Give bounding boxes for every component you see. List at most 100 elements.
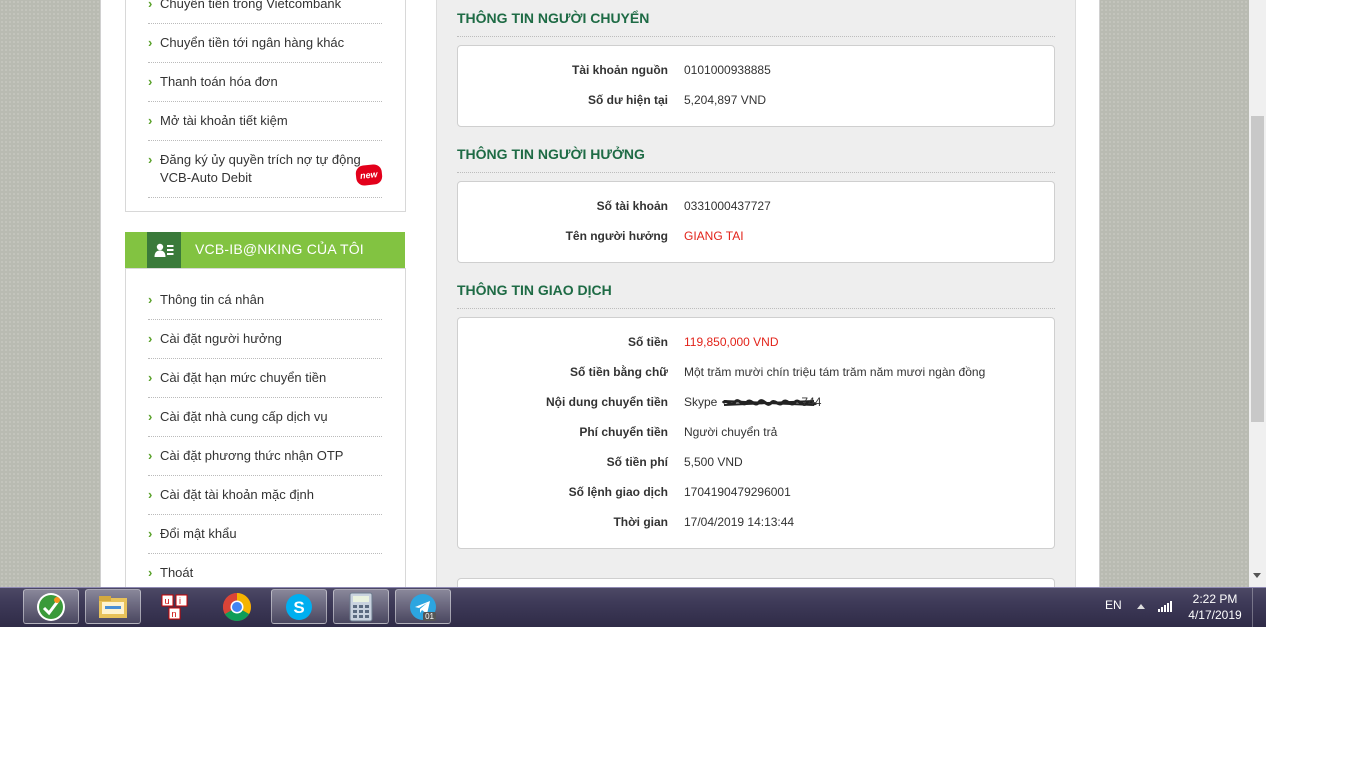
transaction-row-reference: Số lệnh giao dịch 1704190479296001 (458, 485, 1054, 503)
skype-icon: S (286, 593, 312, 620)
menu-item-default-account[interactable]: › Cài đặt tài khoản mặc định (148, 486, 382, 515)
telegram-badge: 01 (423, 612, 436, 621)
language-indicator[interactable]: EN (1105, 598, 1122, 612)
chevron-right-icon: › (148, 74, 153, 89)
menu-item-label: Đổi mật khẩu (160, 526, 237, 541)
sender-row-balance: Số dư hiện tại 5,204,897 VND (458, 93, 1054, 111)
menu-item-label: Cài đặt nhà cung cấp dịch vụ (160, 409, 328, 424)
beneficiary-row-account: Số tài khoản 0331000437727 (458, 199, 1054, 217)
scrollbar-thumb[interactable] (1251, 116, 1264, 422)
chevron-right-icon: › (148, 448, 153, 463)
menu-item-label: Thanh toán hóa đơn (160, 74, 278, 89)
menu-item-label: Cài đặt tài khoản mặc định (160, 487, 314, 502)
transaction-row-amount-words: Số tiền bằng chữ Một trăm mười chín triệ… (458, 365, 1054, 383)
row-value-suffix: 744 (801, 395, 822, 409)
chrome-icon (223, 592, 251, 621)
browser-viewport: › Chuyển tiền trong Vietcombank › Chuyển… (0, 0, 1266, 627)
system-clock[interactable]: 2:22 PM 4/17/2019 (1180, 591, 1250, 623)
menu-item-otp-method[interactable]: › Cài đặt phương thức nhận OTP (148, 447, 382, 476)
row-label: Phí chuyển tiền (579, 425, 668, 439)
transaction-card: Số tiền 119,850,000 VND Số tiền bằng chữ… (457, 317, 1055, 549)
menu-item-savings-account[interactable]: › Mở tài khoản tiết kiệm (148, 112, 382, 141)
row-value: 1704190479296001 (684, 485, 791, 499)
menu-item-beneficiary-settings[interactable]: › Cài đặt người hưởng (148, 330, 382, 359)
menu-item-label: Thoát (160, 565, 194, 580)
row-value: 0101000938885 (684, 63, 771, 77)
svg-text:i: i (179, 596, 181, 606)
tray-expand-arrow-icon[interactable] (1137, 604, 1145, 609)
menu-item-label: Cài đặt phương thức nhận OTP (160, 448, 344, 463)
menu-item-internal-transfer[interactable]: › Chuyển tiền trong Vietcombank (148, 0, 382, 24)
chevron-right-icon: › (148, 565, 153, 580)
taskbar-chrome[interactable] (209, 589, 265, 624)
menu-item-label: Thông tin cá nhân (160, 292, 265, 307)
my-banking-title: VCB-IB@NKING CỦA TÔI (195, 241, 364, 257)
taskbar-coccoc[interactable] (23, 589, 79, 624)
transaction-row-amount: Số tiền 119,850,000 VND (458, 335, 1054, 353)
row-value: 5,500 VND (684, 455, 743, 469)
menu-item-label: Mở tài khoản tiết kiệm (160, 113, 288, 128)
row-label: Số tiền (627, 335, 668, 349)
svg-text:n: n (172, 609, 177, 619)
chevron-right-icon: › (148, 331, 153, 346)
file-explorer-icon (99, 595, 127, 618)
menu-item-external-transfer[interactable]: › Chuyển tiền tới ngân hàng khác (148, 34, 382, 63)
taskbar-telegram[interactable]: 01 (395, 589, 451, 624)
transaction-section-title: THÔNG TIN GIAO DỊCH (457, 282, 1055, 309)
row-value: Người chuyển trả (684, 425, 778, 439)
taskbar-file-explorer[interactable] (85, 589, 141, 624)
row-label: Nội dung chuyển tiền (546, 395, 668, 409)
windows-taskbar: u i n S 01 EN 2:22 PM 4/17/2019 (0, 587, 1266, 627)
chevron-right-icon: › (148, 409, 153, 424)
my-banking-header: VCB-IB@NKING CỦA TÔI (125, 232, 405, 268)
scroll-down-arrow-icon[interactable] (1253, 573, 1261, 578)
taskbar-skype[interactable]: S (271, 589, 327, 624)
menu-item-label: Đăng ký ủy quyền trích nợ tự động (160, 152, 361, 167)
banking-page: › Chuyển tiền trong Vietcombank › Chuyển… (100, 0, 1100, 620)
show-desktop-button[interactable] (1252, 587, 1266, 627)
row-label: Số tiền bằng chữ (569, 365, 668, 379)
menu-item-auto-debit[interactable]: › Đăng ký ủy quyền trích nợ tự động VCB-… (148, 151, 383, 198)
row-value: GIANG TAI (684, 229, 744, 243)
menu-item-label: Chuyển tiền tới ngân hàng khác (160, 35, 345, 50)
chevron-right-icon: › (148, 113, 153, 128)
row-label: Tài khoản nguồn (572, 63, 668, 77)
signal-icon[interactable] (1158, 600, 1172, 612)
clock-time: 2:22 PM (1192, 592, 1238, 606)
menu-item-change-password[interactable]: › Đổi mật khẩu (148, 525, 382, 554)
new-badge: new (355, 163, 383, 187)
beneficiary-section-title: THÔNG TIN NGƯỜI HƯỞNG (457, 146, 1055, 173)
beneficiary-row-name: Tên người hưởng GIANG TAI (458, 229, 1054, 247)
sender-section-title: THÔNG TIN NGƯỜI CHUYỂN (457, 10, 1055, 37)
transaction-row-fee-payer: Phí chuyển tiền Người chuyển trả (458, 425, 1054, 443)
menu-item-bill-payment[interactable]: › Thanh toán hóa đơn (148, 73, 382, 102)
my-banking-menu: › Thông tin cá nhân › Cài đặt người hưởn… (125, 268, 406, 600)
row-label: Thời gian (613, 515, 668, 529)
coccoc-icon (37, 592, 65, 621)
row-value: 5,204,897 VND (684, 93, 767, 107)
row-label: Tên người hưởng (565, 229, 668, 243)
vertical-scrollbar[interactable] (1249, 0, 1266, 587)
row-label: Số tiền phí (606, 455, 668, 469)
clock-date: 4/17/2019 (1188, 608, 1242, 622)
taskbar-unikey[interactable]: u i n (147, 589, 203, 624)
transaction-row-fee: Số tiền phí 5,500 VND (458, 455, 1054, 473)
menu-item-label: Cài đặt người hưởng (160, 331, 282, 346)
menu-item-label: Chuyển tiền trong Vietcombank (160, 0, 342, 11)
row-value: 0331000437727 (684, 199, 771, 213)
svg-text:S: S (293, 598, 304, 617)
calculator-icon (349, 592, 373, 621)
menu-item-personal-info[interactable]: › Thông tin cá nhân (148, 291, 382, 320)
menu-item-transfer-limit[interactable]: › Cài đặt hạn mức chuyển tiền (148, 369, 382, 398)
row-value: 17/04/2019 14:13:44 (684, 515, 795, 529)
menu-item-service-provider[interactable]: › Cài đặt nhà cung cấp dịch vụ (148, 408, 382, 437)
menu-item-label-line2: VCB-Auto Debit (160, 170, 252, 185)
user-card-icon (147, 232, 181, 268)
row-value: Một trăm mười chín triệu tám trăm năm mư… (684, 365, 986, 379)
transaction-row-time: Thời gian 17/04/2019 14:13:44 (458, 515, 1054, 533)
transfer-menu: › Chuyển tiền trong Vietcombank › Chuyển… (125, 0, 406, 212)
taskbar-calculator[interactable] (333, 589, 389, 624)
chevron-right-icon: › (148, 526, 153, 541)
chevron-right-icon: › (148, 292, 153, 307)
chevron-right-icon: › (148, 35, 153, 50)
